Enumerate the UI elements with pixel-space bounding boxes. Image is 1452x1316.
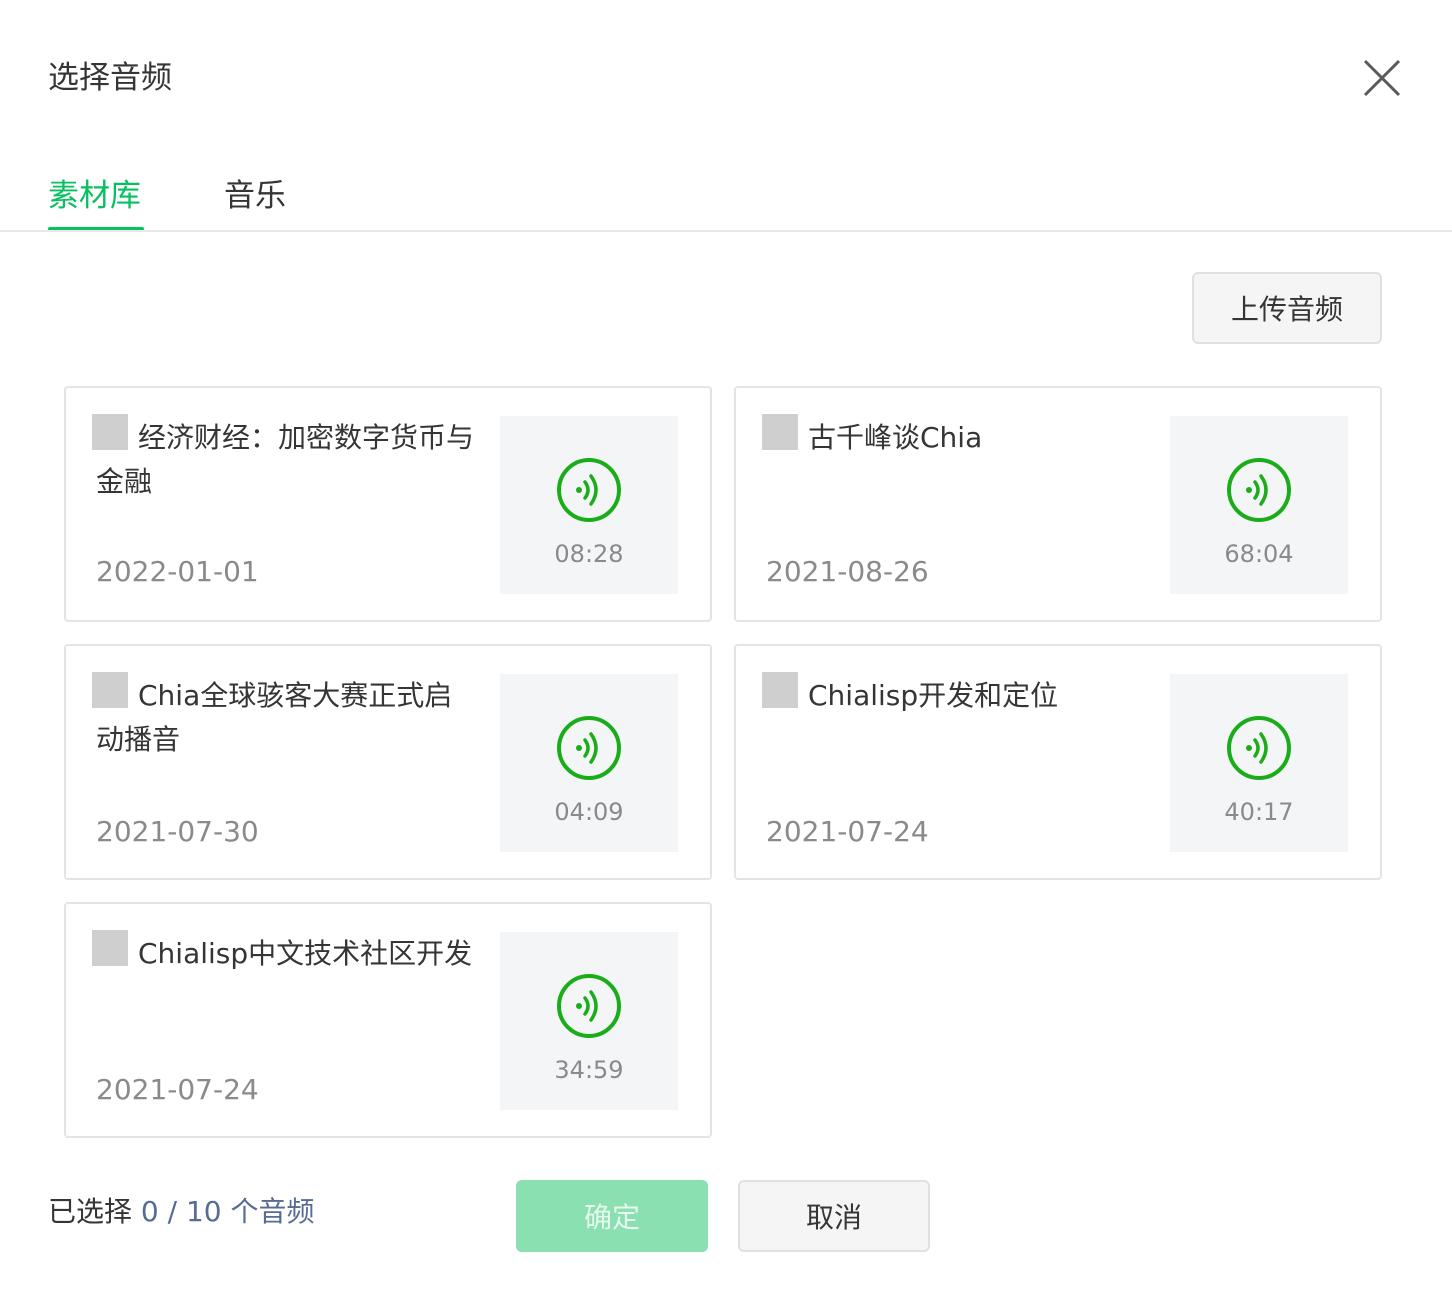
audio-play-icon[interactable]	[555, 972, 623, 1040]
cancel-button[interactable]: 取消	[738, 1180, 930, 1252]
audio-duration: 34:59	[554, 1056, 624, 1084]
audio-title: Chialisp开发和定位	[808, 679, 1059, 712]
audio-title: Chialisp中文技术社区开发	[138, 937, 473, 970]
selection-status-prefix: 已选择	[48, 1195, 133, 1228]
audio-card[interactable]: Chialisp开发和定位 2021-07-24 40:17	[734, 644, 1382, 880]
audio-title: Chia全球骇客大赛正式启动播音	[96, 679, 453, 756]
audio-play-icon[interactable]	[1225, 714, 1293, 782]
audio-card[interactable]: 古千峰谈Chia 2021-08-26 68:04	[734, 386, 1382, 622]
upload-audio-button[interactable]: 上传音频	[1192, 272, 1382, 344]
select-audio-dialog: 选择音频 素材库 音乐 上传音频 经济财经：加密数字货币与金融 2022-01-…	[0, 0, 1452, 1316]
audio-title: 经济财经：加密数字货币与金融	[96, 421, 475, 498]
audio-duration: 40:17	[1224, 798, 1294, 826]
audio-card[interactable]: 经济财经：加密数字货币与金融 2022-01-01 08:28	[64, 386, 712, 622]
audio-player[interactable]: 04:09	[500, 674, 678, 852]
audio-date: 2021-07-24	[766, 815, 929, 848]
audio-date: 2022-01-01	[96, 555, 259, 588]
audio-player[interactable]: 40:17	[1170, 674, 1348, 852]
confirm-button[interactable]: 确定	[516, 1180, 708, 1252]
audio-duration: 08:28	[554, 540, 624, 568]
audio-duration: 68:04	[1224, 540, 1294, 568]
close-icon	[1363, 59, 1401, 97]
selection-count: 0 / 10 个音频	[140, 1195, 315, 1228]
audio-card[interactable]: Chialisp中文技术社区开发 2021-07-24 34:59	[64, 902, 712, 1138]
audio-play-icon[interactable]	[1225, 456, 1293, 524]
audio-card[interactable]: Chia全球骇客大赛正式启动播音 2021-07-30 04:09	[64, 644, 712, 880]
dialog-title: 选择音频	[48, 60, 172, 96]
audio-play-icon[interactable]	[555, 456, 623, 524]
audio-duration: 04:09	[554, 798, 624, 826]
audio-date: 2021-08-26	[766, 555, 929, 588]
audio-date: 2021-07-30	[96, 815, 259, 848]
audio-title: 古千峰谈Chia	[808, 421, 983, 454]
close-button[interactable]	[1356, 52, 1408, 104]
audio-play-icon[interactable]	[555, 714, 623, 782]
tab-material-library[interactable]: 素材库	[48, 174, 141, 218]
audio-date: 2021-07-24	[96, 1073, 259, 1106]
audio-player[interactable]: 08:28	[500, 416, 678, 594]
audio-player[interactable]: 34:59	[500, 932, 678, 1110]
audio-player[interactable]: 68:04	[1170, 416, 1348, 594]
selection-status: 已选择 0 / 10 个音频	[48, 1192, 315, 1232]
tabs-divider	[0, 230, 1452, 232]
tab-music[interactable]: 音乐	[224, 174, 286, 218]
